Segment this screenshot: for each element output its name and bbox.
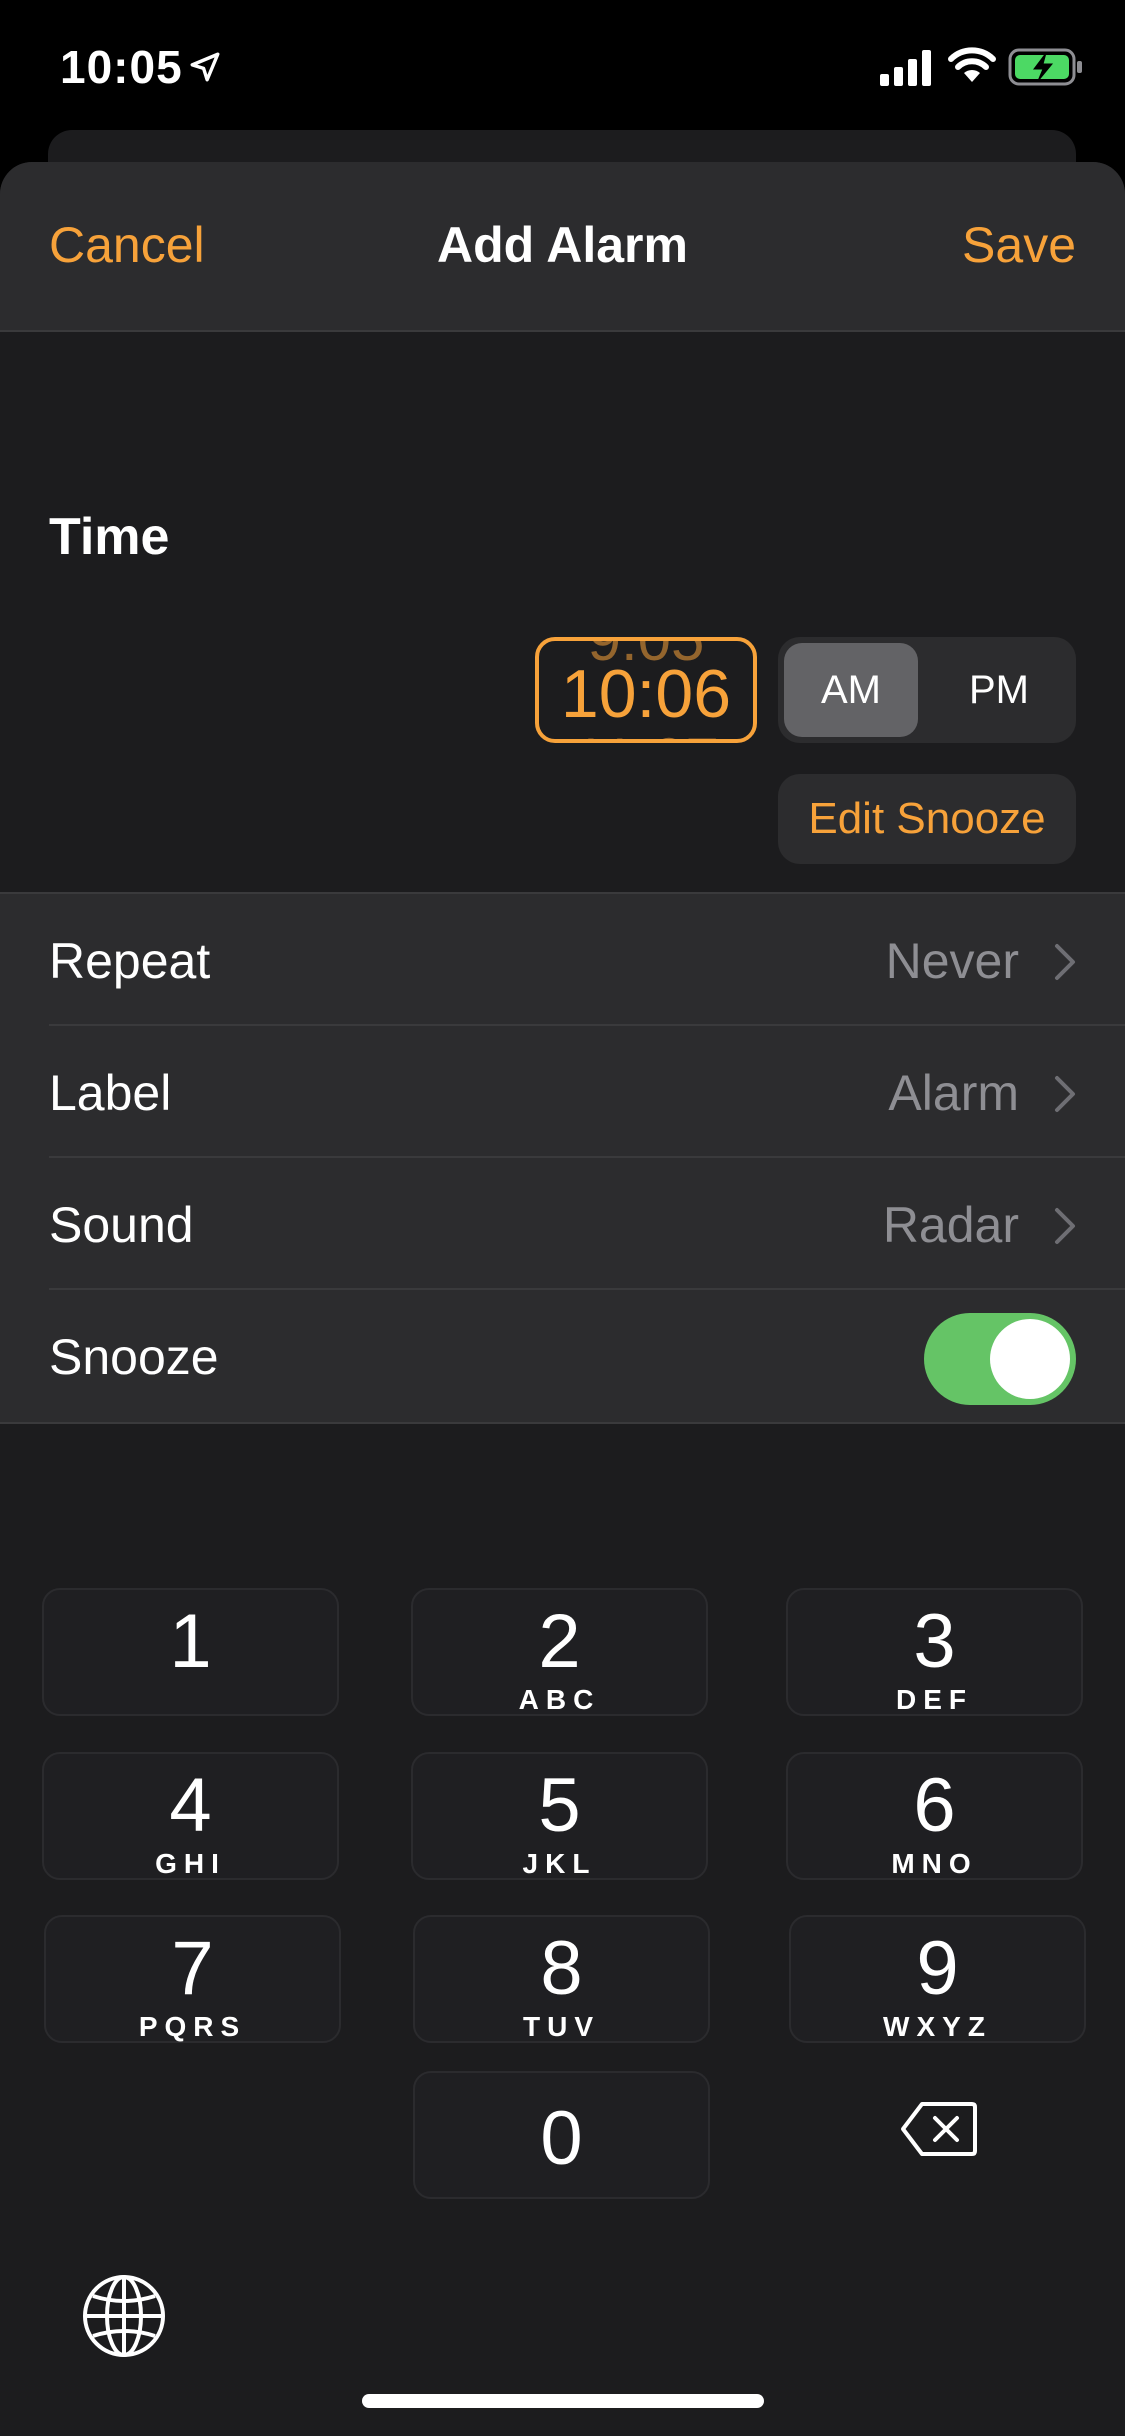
repeat-row[interactable]: Repeat Never [0, 894, 1125, 1026]
row-label: Label [49, 1065, 172, 1121]
chevron-right-icon [1055, 1208, 1075, 1244]
key-letters: ABC [518, 1684, 601, 1715]
nav-bar: Cancel Add Alarm Save [0, 162, 1125, 332]
key-letters: TUV [523, 2011, 600, 2042]
home-indicator[interactable] [362, 2394, 764, 2408]
key-letters: PQRS [138, 2011, 247, 2042]
sound-row[interactable]: Sound Radar [0, 1158, 1125, 1290]
row-label: Repeat [49, 933, 211, 989]
key-letters: DEF [896, 1684, 973, 1715]
key-2[interactable]: 2 ABC [411, 1588, 708, 1716]
key-number: 1 [169, 1599, 212, 1684]
key-6[interactable]: 6 MNO [786, 1752, 1083, 1880]
key-number: 9 [916, 1926, 959, 2011]
key-9[interactable]: 9 WXYZ [789, 1915, 1086, 2043]
key-letters: JKL [522, 1848, 597, 1879]
am-segment[interactable]: AM [784, 643, 918, 737]
save-button[interactable]: Save [962, 216, 1076, 274]
toggle-knob [990, 1319, 1070, 1399]
globe-icon[interactable] [80, 2272, 168, 2360]
key-0[interactable]: 0 [413, 2071, 710, 2199]
wifi-icon [948, 47, 996, 82]
pm-segment[interactable]: PM [928, 643, 1070, 737]
time-picker[interactable]: 9:05 10:06 11:07 [535, 637, 757, 743]
key-7[interactable]: 7 PQRS [44, 1915, 341, 2043]
location-arrow-icon [190, 52, 220, 82]
time-picker-next-value: 11:07 [539, 725, 753, 739]
key-letters: WXYZ [883, 2011, 992, 2042]
snooze-row: Snooze [0, 1290, 1125, 1422]
key-number: 6 [913, 1763, 956, 1848]
row-value: Radar [882, 1197, 1019, 1253]
key-letters: MNO [891, 1848, 978, 1879]
status-time: 10:05 [60, 41, 183, 93]
label-row[interactable]: Label Alarm [0, 1026, 1125, 1158]
signal-icon [880, 50, 931, 86]
page-title: Add Alarm [437, 217, 688, 273]
snooze-toggle[interactable] [924, 1313, 1076, 1405]
time-picker-value: 10:06 [560, 656, 732, 732]
chevron-right-icon [1055, 1076, 1075, 1112]
key-number: 2 [538, 1599, 581, 1684]
battery-charging-icon [1008, 48, 1082, 86]
am-pm-segmented-control: AM PM [778, 637, 1076, 743]
status-bar: 10:05 [0, 0, 1125, 140]
key-number: 0 [540, 2096, 583, 2181]
chevron-right-icon [1055, 944, 1075, 980]
key-4[interactable]: 4 GHI [42, 1752, 339, 1880]
key-number: 5 [538, 1763, 581, 1848]
key-3[interactable]: 3 DEF [786, 1588, 1083, 1716]
key-number: 4 [169, 1763, 212, 1848]
key-number: 3 [913, 1599, 956, 1684]
delete-backspace-icon[interactable] [900, 2100, 978, 2158]
edit-snooze-button[interactable]: Edit Snooze [778, 774, 1076, 864]
key-number: 8 [540, 1926, 583, 2011]
row-value: Alarm [888, 1065, 1019, 1121]
alarm-options-list: Repeat Never Label Alarm Sound Radar Sno… [0, 892, 1125, 1424]
key-letters: GHI [155, 1848, 226, 1879]
row-value: Never [885, 933, 1019, 989]
key-1[interactable]: 1 [42, 1588, 339, 1716]
key-5[interactable]: 5 JKL [411, 1752, 708, 1880]
row-label: Snooze [49, 1329, 219, 1385]
key-number: 7 [171, 1926, 214, 2011]
row-label: Sound [49, 1197, 194, 1253]
time-label: Time [49, 508, 170, 566]
key-8[interactable]: 8 TUV [413, 1915, 710, 2043]
